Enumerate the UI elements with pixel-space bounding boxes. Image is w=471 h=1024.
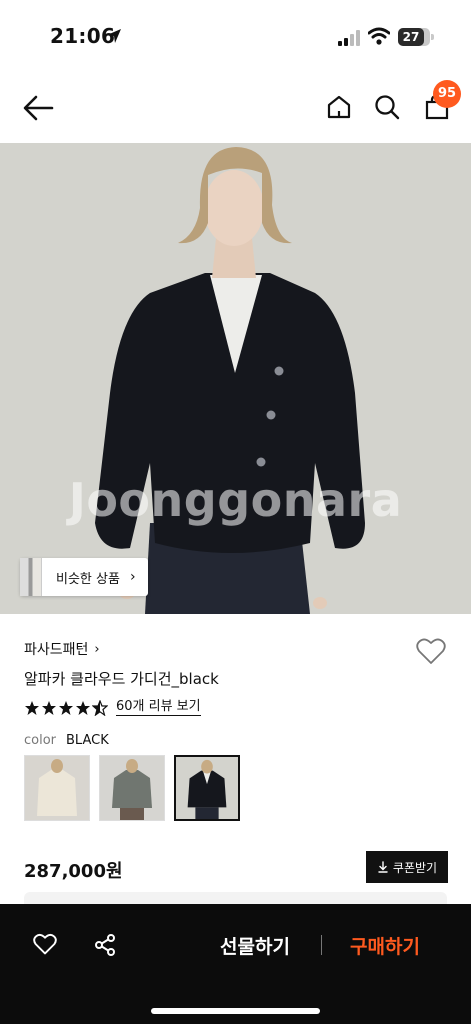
star-icon [76, 700, 90, 715]
battery-icon: 27 [398, 28, 434, 46]
color-selection-label: color BLACK [24, 733, 109, 748]
chevron-right-icon: › [129, 569, 136, 585]
battery-level: 27 [398, 28, 424, 46]
share-icon[interactable] [93, 933, 117, 957]
star-rating [24, 699, 108, 716]
gift-button[interactable]: 선물하기 [220, 932, 290, 959]
color-swatches [24, 755, 240, 821]
swatch-ivory[interactable] [24, 755, 90, 821]
cart-count-badge: 95 [433, 80, 461, 108]
coupon-button[interactable]: 쿠폰받기 [366, 851, 448, 883]
model-photo [0, 143, 471, 614]
button-separator [321, 935, 322, 955]
home-indicator [151, 1008, 320, 1014]
status-bar: 21:06 27 [0, 0, 471, 72]
bottom-action-bar: 선물하기 구매하기 [0, 904, 471, 1024]
signal-icon [338, 30, 360, 46]
swatch-gray[interactable] [99, 755, 165, 821]
similar-products-label: 비슷한 상품 [56, 571, 120, 587]
home-icon[interactable] [326, 94, 352, 120]
color-value: BLACK [66, 733, 109, 748]
brand-link[interactable]: 파사드패턴 › [24, 639, 100, 659]
coupon-label: 쿠폰받기 [392, 860, 438, 875]
half-star-icon [92, 699, 108, 716]
download-icon [378, 861, 388, 873]
similar-thumbnail [20, 558, 42, 596]
back-arrow-icon[interactable] [22, 94, 54, 122]
product-price: 287,000원 [24, 861, 123, 882]
chevron-right-icon: › [94, 641, 100, 657]
review-link[interactable]: 60개 리뷰 보기 [116, 699, 201, 716]
location-arrow-icon [107, 29, 121, 43]
star-icon [42, 700, 56, 715]
rating-row: 60개 리뷰 보기 [24, 699, 201, 716]
similar-products-button[interactable]: 비슷한 상품 › [20, 558, 148, 596]
color-key: color [24, 733, 57, 748]
heart-icon[interactable] [33, 933, 57, 955]
wishlist-heart-icon[interactable] [416, 637, 446, 665]
wifi-icon [368, 27, 390, 45]
search-icon[interactable] [374, 94, 400, 120]
product-main-image[interactable]: Joonggonara 비슷한 상품 › [0, 143, 471, 614]
watermark-text: Joonggonara [68, 473, 403, 527]
product-name: 알파카 클라우드 가디건_black [24, 670, 219, 688]
buy-button[interactable]: 구매하기 [350, 932, 420, 959]
brand-name: 파사드패턴 [24, 642, 89, 658]
top-navigation: 95 [0, 72, 471, 143]
swatch-black[interactable] [174, 755, 240, 821]
star-icon [25, 700, 39, 715]
star-icon [59, 700, 73, 715]
